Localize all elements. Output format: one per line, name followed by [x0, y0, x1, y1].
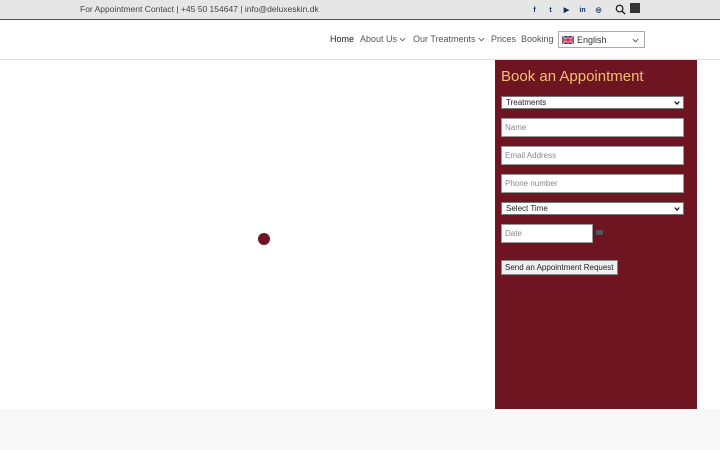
chevron-down-icon: [632, 38, 639, 43]
contact-info: For Appointment Contact | +45 50 154647 …: [80, 4, 319, 14]
chevron-down-icon: [674, 207, 680, 211]
language-select[interactable]: English: [558, 31, 645, 48]
nav-booking[interactable]: Booking: [521, 34, 554, 44]
linkedin-icon[interactable]: in: [578, 5, 587, 15]
search-icon[interactable]: [615, 4, 626, 15]
booking-title: Book an Appointment: [501, 68, 644, 85]
chevron-down-icon: [399, 37, 406, 41]
loading-spinner: [258, 233, 270, 245]
nav-home[interactable]: Home: [330, 34, 354, 44]
youtube-icon[interactable]: ▶: [562, 5, 571, 15]
nav-our-treatments[interactable]: Our Treatments: [413, 34, 485, 44]
chevron-down-icon: [674, 101, 680, 105]
email-input[interactable]: Email Address: [501, 146, 684, 165]
treatments-select[interactable]: Treatments: [501, 96, 684, 109]
time-select[interactable]: Select Time: [501, 202, 684, 215]
menu-toggle-icon[interactable]: [630, 3, 640, 13]
phone-input[interactable]: Phone number: [501, 174, 684, 193]
date-input[interactable]: Date: [501, 224, 593, 243]
name-input[interactable]: Name: [501, 118, 684, 137]
nav-about-us[interactable]: About Us: [360, 34, 406, 44]
language-label: English: [577, 34, 607, 45]
instagram-icon[interactable]: ◎: [594, 5, 603, 15]
facebook-icon[interactable]: f: [530, 5, 539, 15]
social-links: f t ▶ in ◎: [530, 5, 603, 15]
calendar-icon[interactable]: [596, 230, 603, 235]
uk-flag-icon: [562, 35, 574, 44]
send-appointment-button[interactable]: Send an Appointment Request: [501, 260, 618, 275]
twitter-icon[interactable]: t: [546, 5, 555, 15]
nav-prices[interactable]: Prices: [491, 34, 516, 44]
chevron-down-icon: [478, 37, 484, 41]
